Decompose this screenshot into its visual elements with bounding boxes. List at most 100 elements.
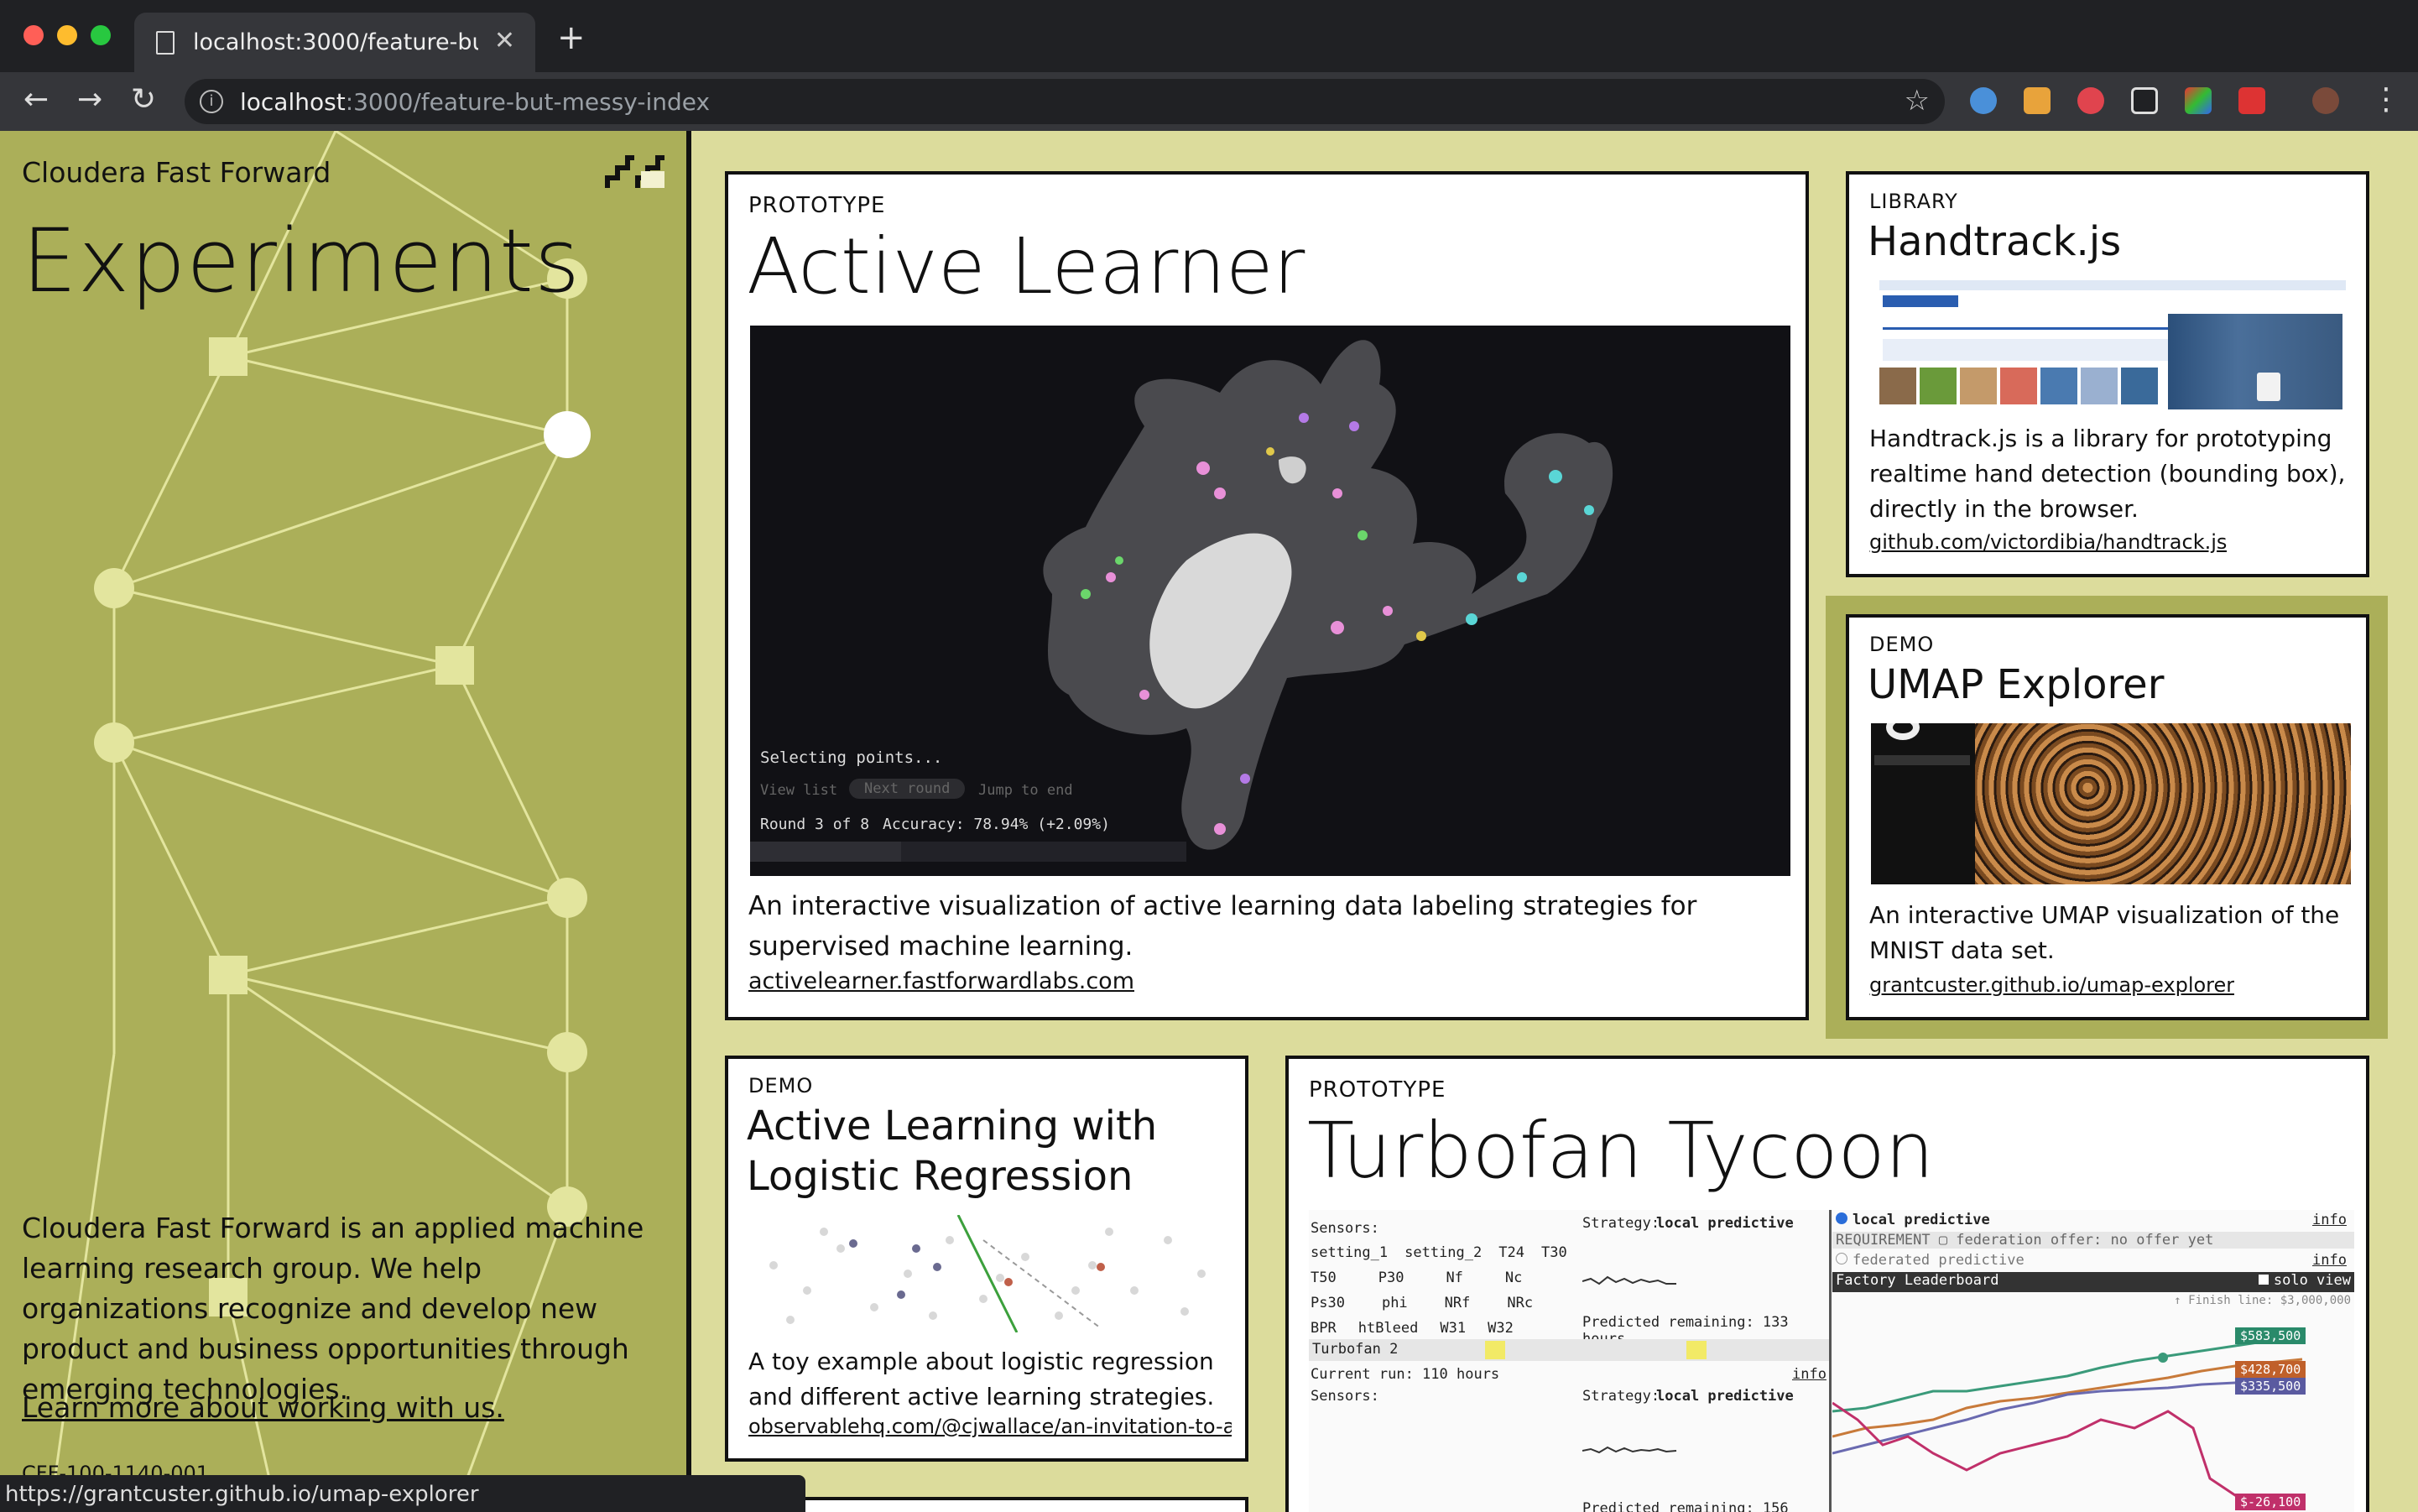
card-tag: PROTOTYPE (1309, 1077, 1446, 1103)
view-list-button[interactable]: View list (760, 782, 837, 799)
card-title-line-2: Logistic Regression (747, 1153, 1133, 1200)
info-link[interactable]: info (1792, 1366, 1827, 1383)
sensor-label: Ps30 (1311, 1295, 1345, 1311)
status-bar-url: https://grantcuster.github.io/umap-explo… (0, 1475, 805, 1512)
card-description: An interactive UMAP visualization of the… (1869, 901, 2340, 964)
radio-label: federated predictive (1853, 1252, 2025, 1269)
card-umap-explorer[interactable]: DEMO UMAP Explorer An interactive UMAP v… (1846, 614, 2369, 1020)
new-tab-button[interactable]: + (557, 18, 586, 57)
card-link[interactable]: grantcuster.github.io/umap-explorer (1869, 973, 2234, 997)
sensor-row: BPR htBleed W31 W32 (1311, 1316, 1562, 1341)
address-url[interactable]: localhost:3000/feature-but-messy-index (240, 88, 710, 116)
engine-row-selected[interactable]: Turbofan 2 (1309, 1339, 1829, 1361)
close-tab-icon[interactable]: ✕ (494, 26, 515, 55)
page-icon (156, 31, 175, 55)
hand-thumb-6 (2081, 368, 2118, 404)
address-bar[interactable]: i localhost:3000/feature-but-messy-index… (185, 79, 1945, 124)
current-run: Current run: 110 hours (1311, 1366, 1500, 1383)
info-link[interactable]: info (2312, 1212, 2347, 1228)
sensor-label: NRc (1507, 1295, 1534, 1311)
card-link[interactable]: github.com/victordibia/handtrack.js (1869, 530, 2227, 554)
round-counter: Round 3 of 8 (760, 816, 870, 833)
info-link[interactable]: info (2312, 1252, 2347, 1269)
hand-thumb-2 (1920, 368, 1957, 404)
panel-divider (1829, 1210, 1832, 1512)
extension-icon[interactable] (2024, 87, 2051, 114)
sensor-label: T50 (1311, 1270, 1337, 1286)
next-round-button[interactable]: Next round (849, 779, 966, 799)
predicted-remaining: Predicted remaining: 156 hours (1582, 1500, 1789, 1512)
card-title: Active Learner (747, 222, 1305, 311)
leaderboard-header: Factory Leaderboard solo view (1832, 1272, 2354, 1292)
active-learner-screenshot[interactable]: Selecting points... View list Next round… (750, 326, 1790, 876)
card-title: Handtrack.js (1868, 218, 2122, 265)
extension-icon[interactable] (1970, 87, 1997, 114)
sensor-row: Ps30 phi NRf NRc (1311, 1290, 1562, 1316)
checkbox-label: solo view (2273, 1272, 2351, 1289)
card-tag: DEMO (748, 1074, 814, 1098)
local-predictive-radio[interactable]: local predictive (1836, 1212, 1990, 1228)
extension-icon[interactable] (2131, 87, 2158, 114)
engine-marker (1686, 1341, 1707, 1359)
avatar[interactable] (2312, 87, 2339, 114)
hand-thumb-5 (2040, 368, 2077, 404)
extension-icon[interactable] (2077, 87, 2104, 114)
back-icon[interactable]: ← (23, 82, 49, 117)
handtrack-video-button (1883, 295, 1958, 307)
checkbox-icon (2258, 1275, 2269, 1285)
extension-icon[interactable] (2185, 87, 2212, 114)
reload-icon[interactable]: ↻ (131, 82, 156, 117)
minimize-window-button[interactable] (57, 25, 77, 45)
handtrack-banner (1879, 280, 2346, 290)
jump-to-end-button[interactable]: Jump to end (978, 782, 1073, 799)
solo-view-toggle[interactable]: solo view (2258, 1272, 2351, 1289)
maximize-window-button[interactable] (91, 25, 111, 45)
close-window-button[interactable] (23, 25, 44, 45)
site-info-icon[interactable]: i (200, 90, 223, 113)
sensor-label: phi (1381, 1295, 1408, 1311)
sensor-label: W32 (1488, 1320, 1514, 1337)
federated-predictive-radio[interactable]: federated predictive (1836, 1252, 2025, 1269)
card-description: Handtrack.js is a library for prototypin… (1869, 425, 2346, 523)
sensor-row: setting_1 setting_2 T24 T30 (1311, 1240, 1567, 1265)
url-host: localhost (240, 88, 346, 116)
handtrack-screenshot[interactable] (1871, 280, 2349, 413)
sensor-label: T24 (1498, 1244, 1524, 1261)
learn-more-link[interactable]: Learn more about working with us. (22, 1391, 504, 1424)
card-active-learner[interactable]: PROTOTYPE Active Learner Selecting point… (725, 171, 1809, 1020)
sensor-label: BPR (1311, 1320, 1337, 1337)
card-tag: LIBRARY (1869, 190, 1958, 213)
url-path: :3000/feature-but-messy-index (345, 88, 711, 116)
card-link[interactable]: observablehq.com/@cjwallace/an-invitatio… (748, 1415, 1232, 1438)
card-title-line-1: Active Learning with (747, 1103, 1158, 1150)
sensor-label: Nf (1446, 1270, 1463, 1286)
card-tag: PROTOTYPE (748, 193, 886, 218)
forward-icon[interactable]: → (77, 82, 102, 117)
card-turbofan-tycoon[interactable]: PROTOTYPE Turbofan Tycoon Sensors: Strat… (1285, 1056, 2369, 1512)
sensor-label: NRf (1444, 1295, 1471, 1311)
sidebar: Cloudera Fast Forward Experiments Cloude… (0, 131, 686, 1512)
handtrack-slider (1883, 327, 2181, 330)
hand-thumb-1 (1879, 368, 1916, 404)
price-badge: $583,500 (2235, 1327, 2306, 1344)
menu-icon[interactable]: ⋮ (2371, 82, 2401, 117)
price-badge: $335,500 (2235, 1378, 2306, 1395)
bookmark-star-icon[interactable]: ☆ (1905, 84, 1930, 117)
browser-tab[interactable]: localhost:3000/feature-but-me ✕ (134, 13, 535, 72)
sensor-label: W31 (1440, 1320, 1467, 1337)
strategy-value: local predictive (1656, 1215, 1794, 1232)
sensor-label: setting_1 (1311, 1244, 1389, 1261)
card-handtrack[interactable]: LIBRARY Handtrack.js Handtrack.js is a l… (1846, 171, 2369, 577)
card-tag: DEMO (1869, 633, 1935, 656)
brand-name: Cloudera Fast Forward (22, 156, 331, 189)
umap-label-bar (1874, 755, 1970, 765)
sensor-label: T30 (1540, 1244, 1567, 1261)
extension-icon[interactable] (2238, 87, 2265, 114)
price-badge: $-26,100 (2235, 1494, 2306, 1510)
price-badge: $428,700 (2235, 1361, 2306, 1378)
card-link[interactable]: activelearner.fastforwardlabs.com (748, 968, 1134, 994)
turbofan-screenshot[interactable]: Sensors: Strategy: local predictive sett… (1309, 1210, 2354, 1512)
umap-screenshot[interactable] (1871, 723, 2351, 884)
card-logistic-regression[interactable]: DEMO Active Learning with Logistic Regre… (725, 1056, 1248, 1462)
hand-thumb-7 (2121, 368, 2158, 404)
